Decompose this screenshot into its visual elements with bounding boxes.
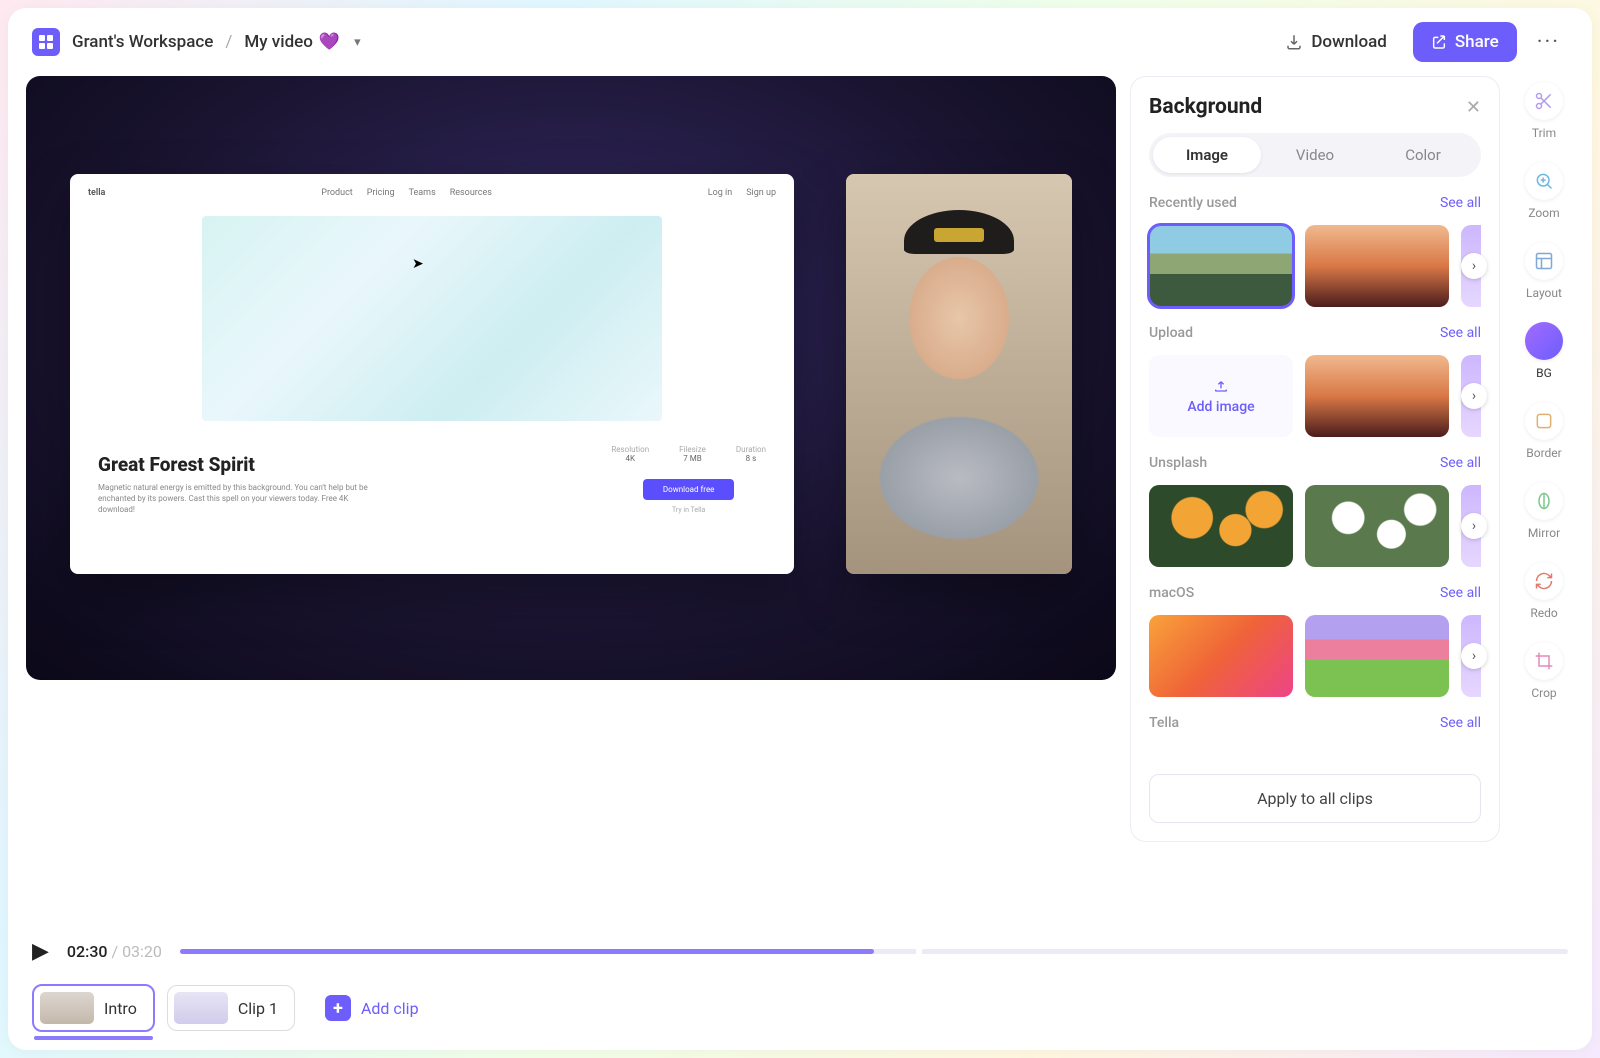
mock-desc: Magnetic natural energy is emitted by th… bbox=[98, 482, 378, 516]
main-area: tella Product Pricing Teams Resources Lo… bbox=[8, 76, 1592, 921]
download-label: Download bbox=[1311, 32, 1387, 52]
background-panel: Background ✕ Image Video Color Recently … bbox=[1130, 76, 1500, 842]
plus-icon: + bbox=[325, 995, 351, 1021]
canvas-area: tella Product Pricing Teams Resources Lo… bbox=[26, 76, 1116, 921]
bg-icon bbox=[1525, 322, 1563, 360]
workspace-icon[interactable] bbox=[32, 28, 60, 56]
tool-crop[interactable]: Crop bbox=[1525, 642, 1563, 700]
progress-fill bbox=[180, 949, 874, 954]
scissors-icon bbox=[1525, 82, 1563, 120]
redo-icon bbox=[1525, 562, 1563, 600]
recent-row: › bbox=[1149, 225, 1481, 307]
mock-title: Great Forest Spirit bbox=[98, 453, 378, 476]
bg-thumb-macos-sonoma[interactable] bbox=[1305, 615, 1449, 697]
chevron-down-icon[interactable]: ▾ bbox=[354, 35, 361, 50]
header: Grant's Workspace / My video 💜 ▾ Downloa… bbox=[8, 8, 1592, 76]
video-name[interactable]: My video 💜 ▾ bbox=[244, 32, 360, 52]
clip-row: Intro Clip 1 + Add clip bbox=[8, 976, 1592, 1050]
tool-redo[interactable]: Redo bbox=[1525, 562, 1563, 620]
screen-recording-frame: tella Product Pricing Teams Resources Lo… bbox=[70, 174, 794, 574]
video-name-text: My video bbox=[244, 32, 313, 52]
apply-all-button[interactable]: Apply to all clips bbox=[1149, 774, 1481, 823]
bg-thumb-sunset[interactable] bbox=[1305, 225, 1449, 307]
bg-thumb-macos-ventura[interactable] bbox=[1149, 615, 1293, 697]
tool-mirror[interactable]: Mirror bbox=[1525, 482, 1563, 540]
add-image-label: Add image bbox=[1187, 399, 1254, 415]
zoom-icon bbox=[1525, 162, 1563, 200]
clip-label: Clip 1 bbox=[238, 999, 278, 1018]
add-clip-button[interactable]: + Add clip bbox=[325, 995, 419, 1021]
bg-thumb-upload-1[interactable] bbox=[1305, 355, 1449, 437]
share-label: Share bbox=[1455, 32, 1499, 52]
section-recent-title: Recently used bbox=[1149, 195, 1237, 211]
bg-thumb-flowers-white[interactable] bbox=[1305, 485, 1449, 567]
tab-video[interactable]: Video bbox=[1261, 137, 1369, 173]
macos-row: › bbox=[1149, 615, 1481, 697]
right-toolbar: Trim Zoom Layout BG Border Mirror bbox=[1514, 76, 1574, 921]
heart-emoji: 💜 bbox=[319, 32, 340, 52]
mirror-icon bbox=[1525, 482, 1563, 520]
total-time: 03:20 bbox=[122, 942, 162, 961]
add-image-tile[interactable]: Add image bbox=[1149, 355, 1293, 437]
mock-cta: Download free bbox=[643, 479, 735, 500]
download-button[interactable]: Download bbox=[1271, 24, 1401, 60]
tab-color[interactable]: Color bbox=[1369, 137, 1477, 173]
section-tella-seeall[interactable]: See all bbox=[1440, 715, 1481, 731]
time-display: 02:30 / 03:20 bbox=[67, 942, 162, 961]
chevron-right-icon[interactable]: › bbox=[1461, 643, 1487, 669]
bg-thumb-beach[interactable] bbox=[1149, 225, 1293, 307]
section-recent-seeall[interactable]: See all bbox=[1440, 195, 1481, 211]
close-icon[interactable]: ✕ bbox=[1466, 97, 1481, 118]
clip-thumb bbox=[40, 992, 94, 1024]
tab-image[interactable]: Image bbox=[1153, 137, 1261, 173]
section-tella-title: Tella bbox=[1149, 715, 1179, 731]
play-button[interactable]: ▶ bbox=[32, 939, 49, 964]
section-unsplash-seeall[interactable]: See all bbox=[1440, 455, 1481, 471]
clip-thumb bbox=[174, 992, 228, 1024]
share-button[interactable]: Share bbox=[1413, 22, 1517, 62]
tool-border[interactable]: Border bbox=[1525, 402, 1563, 460]
app-window: Grant's Workspace / My video 💜 ▾ Downloa… bbox=[8, 8, 1592, 1050]
video-canvas[interactable]: tella Product Pricing Teams Resources Lo… bbox=[26, 76, 1116, 680]
cursor-icon: ➤ bbox=[412, 256, 424, 272]
chevron-right-icon[interactable]: › bbox=[1461, 513, 1487, 539]
mock-gradient-preview: ➤ bbox=[202, 216, 662, 421]
bg-type-tabs: Image Video Color bbox=[1149, 133, 1481, 177]
border-icon bbox=[1525, 402, 1563, 440]
mock-stats: Resolution4K Filesize7 MB Duration8 s bbox=[611, 445, 766, 463]
upload-row: Add image › bbox=[1149, 355, 1481, 437]
clip-1[interactable]: Clip 1 bbox=[167, 985, 295, 1031]
playback-bar: ▶ 02:30 / 03:20 bbox=[8, 921, 1592, 976]
progress-track[interactable] bbox=[180, 949, 1568, 954]
more-menu-button[interactable]: ··· bbox=[1529, 26, 1568, 59]
breadcrumb-separator: / bbox=[225, 32, 232, 52]
tool-trim[interactable]: Trim bbox=[1525, 82, 1563, 140]
progress-clip-gap bbox=[916, 947, 922, 956]
current-time: 02:30 bbox=[67, 942, 108, 961]
workspace-name[interactable]: Grant's Workspace bbox=[72, 32, 213, 52]
crop-icon bbox=[1525, 642, 1563, 680]
mock-brand: tella bbox=[88, 188, 105, 198]
chevron-right-icon[interactable]: › bbox=[1461, 383, 1487, 409]
section-macos-seeall[interactable]: See all bbox=[1440, 585, 1481, 601]
chevron-right-icon[interactable]: › bbox=[1461, 253, 1487, 279]
tool-layout[interactable]: Layout bbox=[1525, 242, 1563, 300]
webcam-frame bbox=[846, 174, 1072, 574]
add-clip-label: Add clip bbox=[361, 999, 419, 1018]
clip-label: Intro bbox=[104, 999, 137, 1018]
section-upload-seeall[interactable]: See all bbox=[1440, 325, 1481, 341]
section-macos-title: macOS bbox=[1149, 585, 1194, 601]
panel-title: Background bbox=[1149, 95, 1262, 119]
section-upload-title: Upload bbox=[1149, 325, 1193, 341]
section-unsplash-title: Unsplash bbox=[1149, 455, 1207, 471]
bg-thumb-flowers-orange[interactable] bbox=[1149, 485, 1293, 567]
layout-icon bbox=[1525, 242, 1563, 280]
tool-zoom[interactable]: Zoom bbox=[1525, 162, 1563, 220]
tool-bg[interactable]: BG bbox=[1525, 322, 1563, 380]
unsplash-row: › bbox=[1149, 485, 1481, 567]
clip-intro[interactable]: Intro bbox=[32, 984, 155, 1032]
